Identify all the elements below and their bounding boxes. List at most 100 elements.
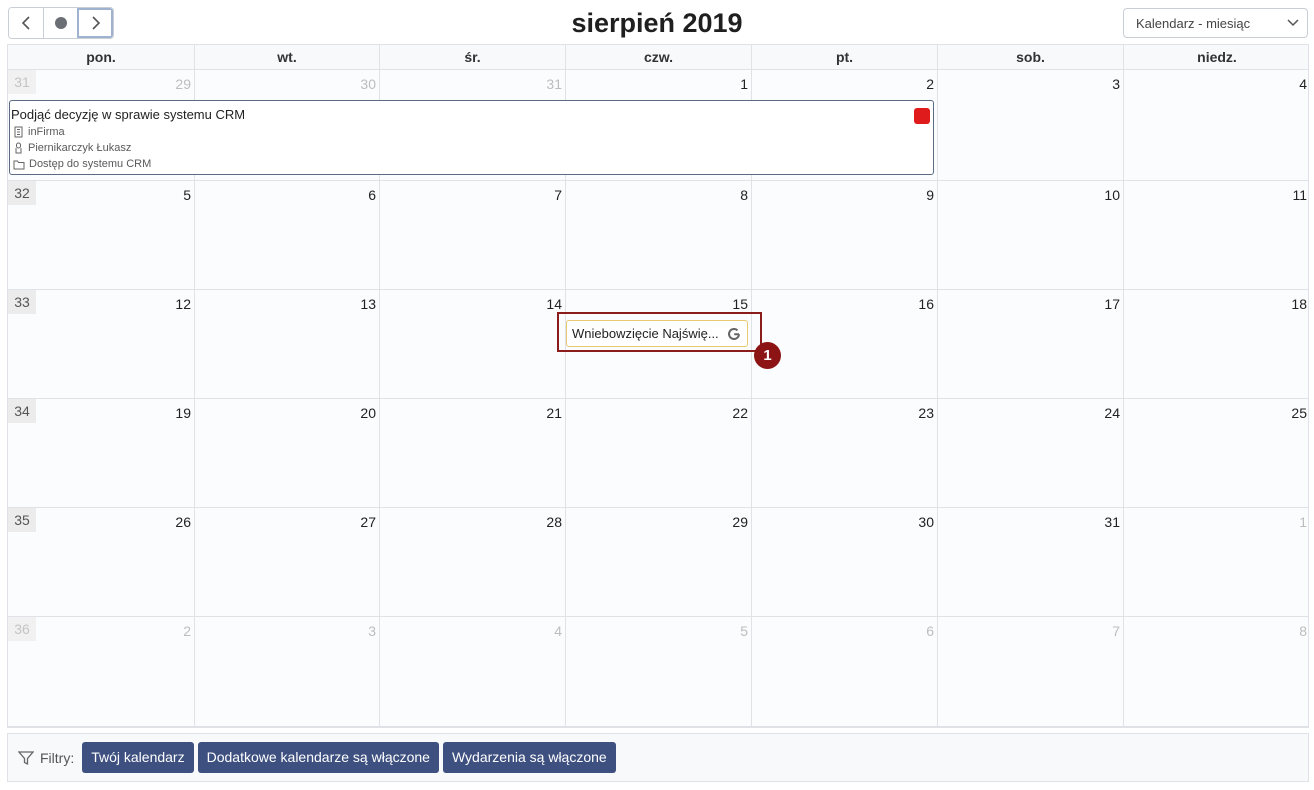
view-select[interactable]: Kalendarz - miesiąc [1123,8,1308,38]
day-cell[interactable]: 4 [379,617,565,726]
day-cell[interactable]: 18 [1123,290,1310,398]
filter-additional-calendars-button[interactable]: Dodatkowe kalendarze są włączone [197,742,439,773]
weekday-header: pon. wt. śr. czw. pt. sob. niedz. [8,45,1308,70]
day-cell[interactable]: 2 36 [8,617,194,726]
day-number: 5 [740,623,748,639]
day-number: 13 [360,296,376,312]
day-cell[interactable]: 7 [379,181,565,289]
week-row: 5 32 6 7 8 9 10 11 [8,181,1308,290]
week-number: 36 [8,617,36,641]
person-icon [15,142,22,154]
day-number: 29 [732,514,748,530]
day-number: 30 [360,76,376,92]
day-cell[interactable]: 5 32 [8,181,194,289]
weekday-header-cell: wt. [194,45,379,70]
event-company-label: inFirma [28,126,65,138]
day-number: 24 [1104,405,1120,421]
filters-bar: Filtry: Twój kalendarz Dodatkowe kalenda… [7,733,1309,782]
day-cell[interactable]: 10 [937,181,1123,289]
day-number: 1 [1299,514,1307,530]
event-bar[interactable]: Podjąć decyzję w sprawie systemu CRM inF… [9,100,934,175]
day-cell[interactable]: 1 [1123,508,1310,616]
event-company: inFirma [13,126,65,138]
day-cell[interactable]: 17 [937,290,1123,398]
day-cell[interactable]: 30 [751,508,937,616]
day-number: 26 [175,514,191,530]
day-cell[interactable]: 24 [937,399,1123,507]
weekday-header-cell: niedz. [1123,45,1310,70]
filter-icon [18,750,34,765]
day-cell[interactable]: 26 35 [8,508,194,616]
day-cell[interactable]: 8 [1123,617,1310,726]
day-cell[interactable]: 7 [937,617,1123,726]
day-cell[interactable]: 21 [379,399,565,507]
day-cell[interactable]: 11 [1123,181,1310,289]
day-number: 27 [360,514,376,530]
day-number: 18 [1291,296,1307,312]
day-number: 7 [554,187,562,203]
day-number: 4 [554,623,562,639]
day-number: 8 [1299,623,1307,639]
day-number: 10 [1104,187,1120,203]
building-icon [14,126,23,138]
week-row: 26 35 27 28 29 30 31 1 [8,508,1308,617]
folder-icon [13,160,25,169]
day-number: 31 [546,76,562,92]
day-number: 6 [926,623,934,639]
day-cell[interactable]: 6 [751,617,937,726]
day-cell[interactable]: 3 [194,617,379,726]
day-cell[interactable]: 23 [751,399,937,507]
day-number: 11 [1292,187,1307,203]
day-cell[interactable]: 4 [1123,70,1310,180]
day-number: 12 [175,296,191,312]
day-number: 29 [175,76,191,92]
day-cell[interactable]: 31 [937,508,1123,616]
weekday-header-cell: pon. [86,49,116,65]
day-number: 2 [183,623,191,639]
day-cell[interactable]: 25 [1123,399,1310,507]
week-number: 31 [8,70,36,94]
day-cell[interactable]: 20 [194,399,379,507]
day-number: 6 [368,187,376,203]
google-event[interactable]: Wniebowzięcie Najświę... [566,320,748,347]
day-cell[interactable]: 6 [194,181,379,289]
day-number: 1 [740,76,748,92]
day-cell[interactable]: 22 [565,399,751,507]
day-cell[interactable]: 19 34 [8,399,194,507]
day-number: 30 [918,514,934,530]
chevron-down-icon [1287,19,1299,27]
day-cell[interactable]: 5 [565,617,751,726]
day-cell[interactable]: 13 [194,290,379,398]
day-number: 15 [732,296,748,312]
day-cell[interactable]: 12 33 [8,290,194,398]
filter-your-calendar-button[interactable]: Twój kalendarz [82,742,194,773]
day-cell[interactable]: 28 [379,508,565,616]
event-priority-flag [914,108,930,124]
google-event-title: Wniebowzięcie Najświę... [572,326,719,341]
view-select-value: Kalendarz - miesiąc [1136,15,1251,31]
day-cell[interactable]: 29 [565,508,751,616]
day-cell[interactable]: 27 [194,508,379,616]
day-number: 19 [175,405,191,421]
day-cell[interactable]: 8 [565,181,751,289]
day-number: 17 [1104,296,1120,312]
filter-events-button[interactable]: Wydarzenia są włączone [442,742,616,773]
day-number: 8 [740,187,748,203]
calendar-app: sierpień 2019 Kalendarz - miesiąc pon. wt… [0,0,1314,790]
day-cell[interactable]: 16 [751,290,937,398]
weekday-header-cell: pt. [751,45,937,70]
day-cell[interactable]: 3 [937,70,1123,180]
day-number: 25 [1291,405,1307,421]
day-number: 5 [183,187,191,203]
day-cell[interactable]: 14 [379,290,565,398]
week-number: 34 [8,399,36,423]
google-icon [728,327,740,340]
event-title: Podjąć decyzję w sprawie systemu CRM [11,107,246,122]
day-number: 4 [1299,76,1307,92]
filters-label: Filtry: [40,749,75,766]
day-number: 7 [1112,623,1120,639]
day-number: 3 [1112,76,1120,92]
day-cell[interactable]: 9 [751,181,937,289]
day-number: 23 [918,405,934,421]
day-number: 31 [1104,514,1120,530]
